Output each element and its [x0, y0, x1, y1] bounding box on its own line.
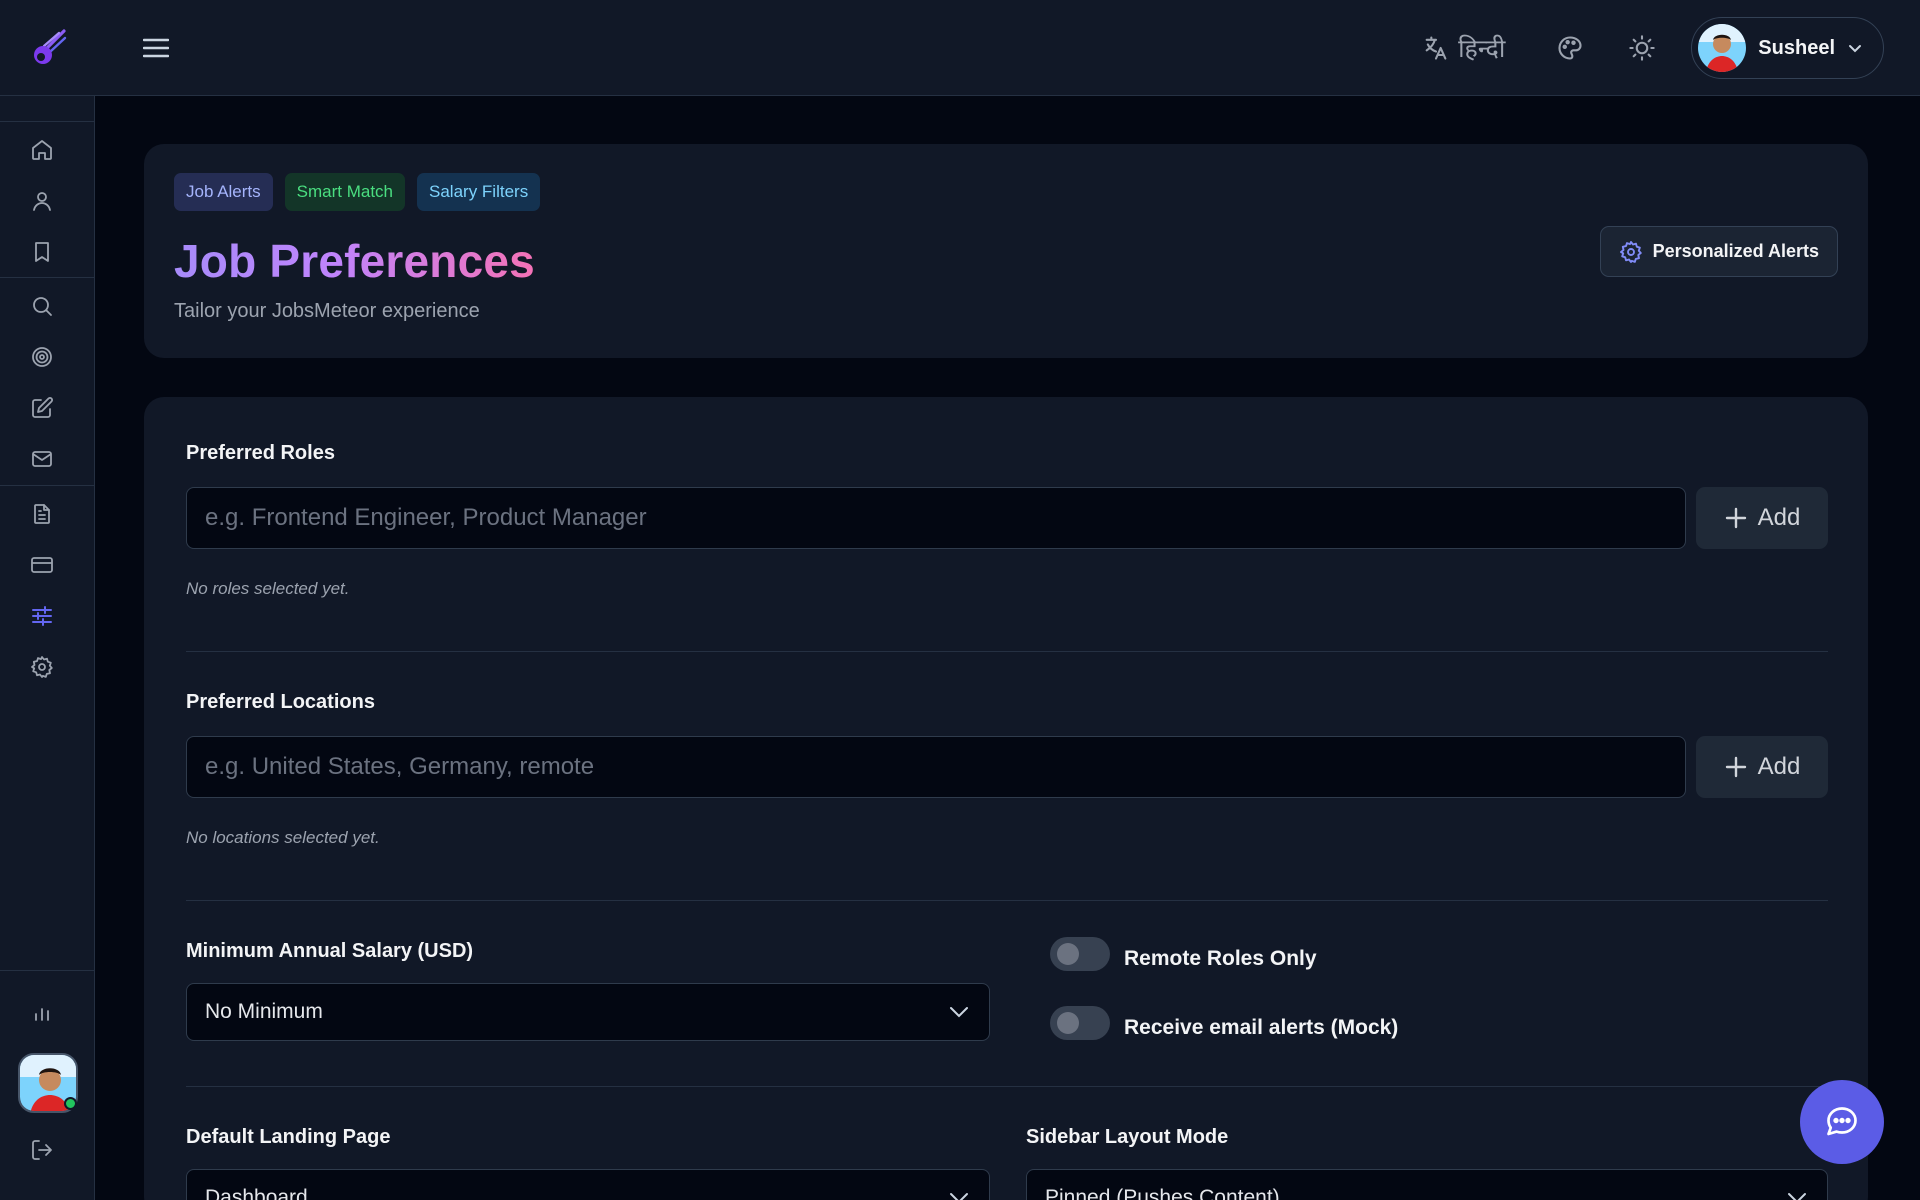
theme-palette-button[interactable] [1547, 25, 1593, 71]
feature-tags: Job Alerts Smart Match Salary Filters [174, 173, 541, 211]
tag-smart-match: Smart Match [284, 173, 406, 211]
sidebar-item-search[interactable] [24, 288, 60, 324]
sidebar-item-messages[interactable] [24, 441, 60, 477]
sidebar-divider [0, 485, 94, 486]
default-landing-page-label: Default Landing Page [186, 1126, 391, 1148]
preferences-form-card: Preferred Roles Add No roles selected ye… [144, 397, 1868, 1200]
section-divider [186, 900, 1828, 901]
chat-bubble-icon [1827, 1107, 1857, 1136]
plus-icon [1725, 507, 1746, 529]
personalized-alerts-button[interactable]: Personalized Alerts [1599, 226, 1838, 277]
remote-roles-label: Remote Roles Only [1124, 947, 1317, 970]
mail-icon [32, 451, 52, 467]
sun-icon [1629, 35, 1656, 61]
page-header-card: Job Alerts Smart Match Salary Filters Jo… [144, 144, 1868, 358]
chevron-down-icon [950, 1193, 968, 1200]
preferred-locations-input[interactable] [186, 736, 1686, 798]
sidebar-item-profile[interactable] [24, 183, 60, 219]
settings-icon [31, 656, 53, 678]
menu-toggle-button[interactable] [140, 33, 172, 63]
plus-icon [1725, 756, 1746, 778]
preferred-roles-input[interactable] [186, 487, 1686, 549]
bar-chart-icon [35, 1008, 49, 1021]
sidebar-item-settings[interactable] [24, 649, 60, 685]
language-switch-button[interactable]: हिन्दी [1422, 31, 1505, 65]
user-menu-button[interactable]: Susheel [1691, 17, 1884, 79]
avatar [1698, 24, 1747, 72]
chevron-down-icon [1788, 1193, 1806, 1200]
preferred-roles-label: Preferred Roles [186, 442, 335, 464]
chat-support-button[interactable] [1800, 1080, 1884, 1164]
sidebar-item-matches[interactable] [24, 339, 60, 375]
roles-empty-state: No roles selected yet. [186, 579, 350, 598]
sidebar-item-logout[interactable] [24, 1132, 60, 1168]
home-icon [32, 140, 52, 160]
add-location-label: Add [1757, 753, 1801, 780]
jobsmeteor-logo[interactable] [30, 28, 68, 68]
remote-roles-toggle[interactable] [1050, 937, 1110, 971]
search-icon [33, 297, 52, 316]
personalized-alerts-label: Personalized Alerts [1652, 241, 1819, 261]
sliders-icon [32, 606, 52, 626]
palette-icon [1558, 36, 1582, 60]
section-divider [186, 651, 1828, 652]
add-role-label: Add [1757, 504, 1801, 531]
light-mode-button[interactable] [1619, 25, 1665, 71]
sidebar-item-resume-editor[interactable] [24, 390, 60, 426]
sidebar-divider [0, 970, 94, 971]
document-icon [34, 504, 50, 524]
email-alerts-toggle[interactable] [1050, 1006, 1110, 1040]
tag-salary-filters: Salary Filters [417, 173, 541, 211]
page-title: Job Preferences [174, 235, 535, 287]
minimum-salary-select[interactable]: No Minimum [186, 983, 990, 1041]
default-landing-page-select[interactable]: Dashboard [186, 1169, 990, 1200]
tag-job-alerts: Job Alerts [174, 173, 273, 211]
language-label: हिन्दी [1458, 34, 1506, 63]
minimum-salary-label: Minimum Annual Salary (USD) [186, 940, 474, 962]
logout-icon [32, 1140, 52, 1160]
chevron-down-icon [1849, 45, 1861, 53]
page-subtitle: Tailor your JobsMeteor experience [174, 300, 480, 322]
section-divider [186, 1086, 1828, 1087]
user-name: Susheel [1758, 36, 1835, 59]
user-icon [33, 192, 51, 211]
edit-icon [32, 397, 53, 418]
preferred-locations-label: Preferred Locations [186, 691, 375, 713]
sidebar-item-billing[interactable] [24, 547, 60, 583]
main-content: Job Alerts Smart Match Salary Filters Jo… [96, 97, 1920, 1200]
chevron-down-icon [950, 1007, 968, 1018]
sidebar-item-home[interactable] [24, 132, 60, 168]
sidebar-layout-mode-value: Pinned (Pushes Content) [1045, 1186, 1280, 1200]
default-landing-page-value: Dashboard [205, 1186, 308, 1200]
sidebar-divider [0, 121, 94, 122]
sidebar [0, 96, 95, 1200]
gear-icon [1619, 240, 1642, 263]
online-status-dot [64, 1097, 77, 1110]
sidebar-item-analytics[interactable] [24, 994, 60, 1030]
sidebar-item-documents[interactable] [24, 496, 60, 532]
sidebar-divider [0, 277, 94, 278]
locations-empty-state: No locations selected yet. [186, 828, 380, 847]
sidebar-item-preferences[interactable] [24, 598, 60, 634]
sidebar-item-saved[interactable] [24, 234, 60, 270]
add-location-button[interactable]: Add [1696, 736, 1828, 798]
email-alerts-label: Receive email alerts (Mock) [1124, 1016, 1399, 1039]
translate-icon [1425, 36, 1447, 60]
add-role-button[interactable]: Add [1696, 487, 1828, 549]
minimum-salary-value: No Minimum [205, 1000, 323, 1023]
sidebar-layout-mode-select[interactable]: Pinned (Pushes Content) [1026, 1169, 1828, 1200]
top-bar: हिन्दी Susheel [0, 0, 1920, 96]
sidebar-layout-mode-label: Sidebar Layout Mode [1026, 1126, 1229, 1148]
bookmark-icon [35, 242, 49, 262]
hamburger-icon [143, 38, 169, 58]
credit-card-icon [31, 557, 53, 573]
target-icon [32, 347, 52, 367]
